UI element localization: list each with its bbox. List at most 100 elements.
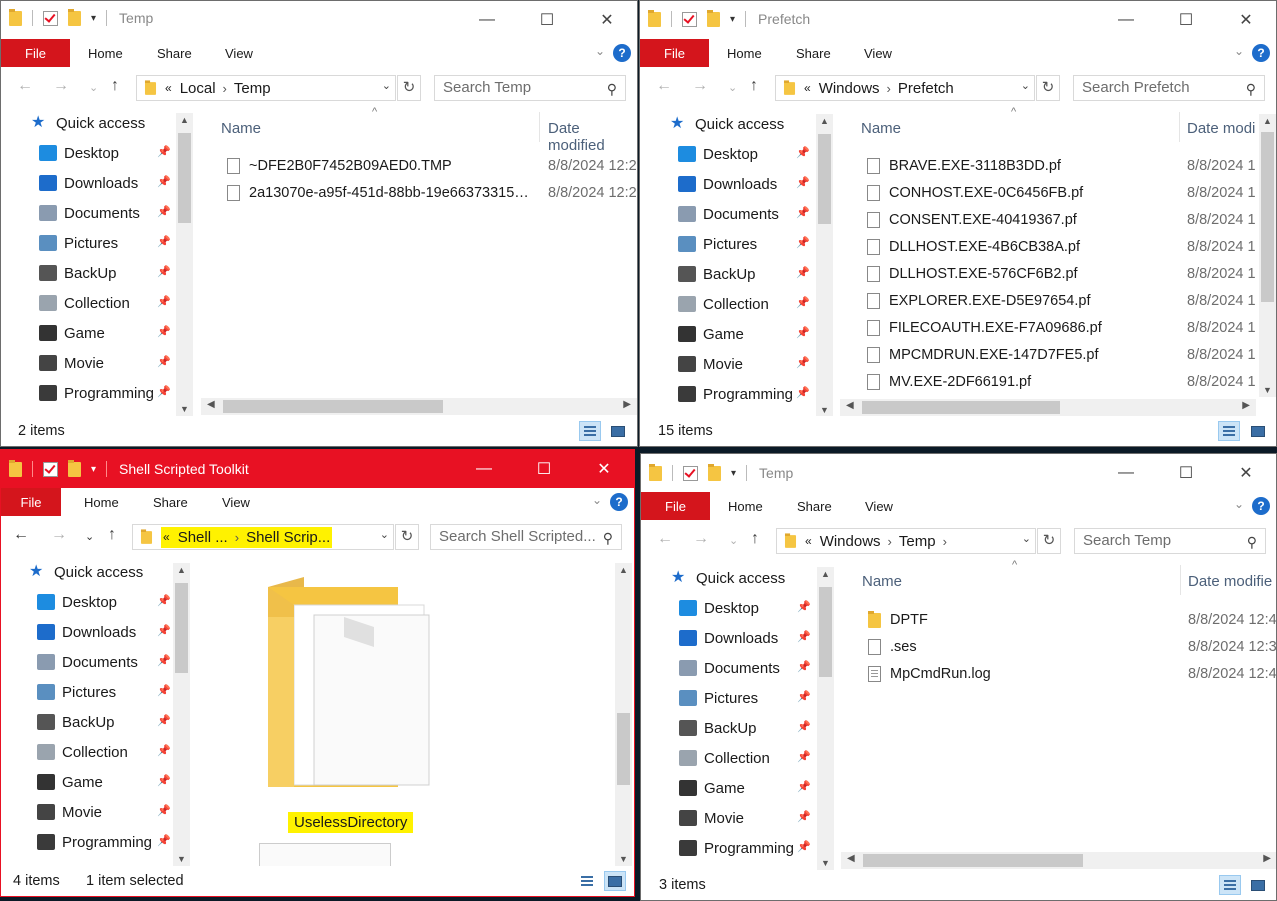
nav-item-backup[interactable]: BackUp <box>679 714 757 742</box>
pin-icon[interactable]: 📌 <box>796 356 810 369</box>
pin-icon[interactable]: 📌 <box>157 834 171 847</box>
file-tab[interactable]: File <box>1 488 61 516</box>
scrollbar-thumb[interactable] <box>863 854 1083 867</box>
pin-icon[interactable]: 📌 <box>797 720 811 733</box>
search-input[interactable]: Search Temp ⚲ <box>434 75 626 101</box>
scroll-down-icon[interactable]: ▼ <box>173 854 190 864</box>
nav-item-backup[interactable]: BackUp <box>37 708 115 736</box>
pin-icon[interactable]: 📌 <box>797 630 811 643</box>
expand-ribbon-chevron-icon[interactable]: ⌄ <box>1234 497 1244 511</box>
nav-pane-scrollbar[interactable]: ▲ ▼ <box>173 563 190 866</box>
details-view-button[interactable] <box>1219 875 1241 895</box>
up-arrow-icon[interactable]: ↑ <box>111 77 119 95</box>
nav-pane-scrollbar[interactable]: ▲ ▼ <box>817 567 834 870</box>
horizontal-scrollbar[interactable]: ◀ ▶ <box>841 852 1276 869</box>
pin-icon[interactable]: 📌 <box>796 146 810 159</box>
maximize-button[interactable]: ☐ <box>1156 454 1216 492</box>
new-folder-icon[interactable] <box>68 8 81 26</box>
address-dropdown-icon[interactable]: ⌄ <box>1021 79 1030 92</box>
pin-icon[interactable]: 📌 <box>797 600 811 613</box>
home-tab[interactable]: Home <box>84 495 119 510</box>
scroll-up-icon[interactable]: ▲ <box>1259 116 1276 126</box>
customize-toolbar-chevron-icon[interactable]: ▾ <box>91 13 96 24</box>
pin-icon[interactable]: 📌 <box>797 780 811 793</box>
new-folder-icon[interactable] <box>68 459 81 477</box>
scroll-left-icon[interactable]: ◀ <box>847 853 855 864</box>
breadcrumb-item[interactable]: Windows <box>819 80 880 97</box>
scroll-up-icon[interactable]: ▲ <box>817 569 834 579</box>
pin-icon[interactable]: 📌 <box>157 654 171 667</box>
address-dropdown-icon[interactable]: ⌄ <box>380 528 389 541</box>
minimize-button[interactable]: — <box>1096 1 1156 39</box>
horizontal-scrollbar[interactable]: ◀ ▶ <box>201 398 637 415</box>
file-row[interactable]: BRAVE.EXE-3118B3DD.pf <box>867 153 1061 179</box>
help-icon[interactable]: ? <box>1252 497 1270 515</box>
customize-toolbar-chevron-icon[interactable]: ▾ <box>730 14 735 25</box>
title-bar[interactable]: ▾ Temp — ☐ ✕ <box>1 1 637 39</box>
pin-icon[interactable]: 📌 <box>157 804 171 817</box>
column-divider[interactable] <box>1179 112 1180 142</box>
title-bar[interactable]: ▾ Prefetch — ☐ ✕ <box>640 1 1276 39</box>
share-tab[interactable]: Share <box>797 499 832 514</box>
pin-icon[interactable]: 📌 <box>796 236 810 249</box>
nav-pane-scrollbar[interactable]: ▲ ▼ <box>176 113 193 416</box>
close-button[interactable]: ✕ <box>1216 454 1276 492</box>
address-dropdown-icon[interactable]: ⌄ <box>1022 532 1031 545</box>
nav-item-quick-access[interactable]: ★ Quick access <box>29 558 143 586</box>
properties-icon[interactable] <box>682 11 697 27</box>
forward-arrow-icon[interactable]: → <box>51 526 67 544</box>
pin-icon[interactable]: 📌 <box>157 714 171 727</box>
breadcrumb-item[interactable]: Windows <box>820 533 881 550</box>
help-icon[interactable]: ? <box>613 44 631 62</box>
details-view-button[interactable] <box>1218 421 1240 441</box>
home-tab[interactable]: Home <box>728 499 763 514</box>
scroll-down-icon[interactable]: ▼ <box>615 854 632 864</box>
file-tab[interactable]: File <box>1 39 70 67</box>
help-icon[interactable]: ? <box>1252 44 1270 62</box>
file-row[interactable]: 2a13070e-a95f-451d-88bb-19e66373315… <box>227 180 529 206</box>
scrollbar-thumb[interactable] <box>223 400 443 413</box>
close-button[interactable]: ✕ <box>577 1 637 39</box>
folder-row[interactable]: DPTF <box>868 607 928 633</box>
address-bar[interactable]: « Windows › Temp › ⌄ <box>776 528 1036 554</box>
column-header-date-modified[interactable]: Date modi <box>1187 120 1255 137</box>
nav-item-pictures[interactable]: Pictures <box>37 678 116 706</box>
scroll-up-icon[interactable]: ▲ <box>816 116 833 126</box>
title-bar[interactable]: ▾ Shell Scripted Toolkit — ☐ ✕ <box>1 450 634 488</box>
share-tab[interactable]: Share <box>796 46 831 61</box>
nav-item-documents[interactable]: Documents <box>679 654 780 682</box>
pin-icon[interactable]: 📌 <box>157 175 171 188</box>
scroll-down-icon[interactable]: ▼ <box>1259 385 1276 395</box>
pin-icon[interactable]: 📌 <box>157 355 171 368</box>
column-header-date-modified[interactable]: Date modified <box>548 120 637 154</box>
nav-item-game[interactable]: Game <box>679 774 745 802</box>
scrollbar-thumb[interactable] <box>178 133 191 223</box>
title-bar[interactable]: ▾ Temp — ☐ ✕ <box>641 454 1276 492</box>
scrollbar-thumb[interactable] <box>175 583 188 673</box>
nav-item-movie[interactable]: Movie <box>37 798 102 826</box>
pin-icon[interactable]: 📌 <box>796 206 810 219</box>
column-header-name[interactable]: Name <box>861 120 901 137</box>
explorer-window-prefetch[interactable]: ▾ Prefetch — ☐ ✕ File Home Share View ⌄ … <box>639 0 1277 447</box>
scroll-left-icon[interactable]: ◀ <box>846 400 854 411</box>
pin-icon[interactable]: 📌 <box>157 235 171 248</box>
back-arrow-icon[interactable]: ← <box>657 530 673 548</box>
nav-item-quick-access[interactable]: ★ Quick access <box>670 110 784 138</box>
view-tab[interactable]: View <box>865 499 893 514</box>
properties-icon[interactable] <box>683 465 698 481</box>
nav-item-programming[interactable]: Programming <box>37 828 152 856</box>
properties-icon[interactable] <box>43 461 58 477</box>
column-divider[interactable] <box>1180 565 1181 595</box>
customize-toolbar-chevron-icon[interactable]: ▾ <box>91 464 96 475</box>
forward-arrow-icon[interactable]: → <box>692 77 708 95</box>
expand-ribbon-chevron-icon[interactable]: ⌄ <box>1234 44 1244 58</box>
file-row[interactable]: ~DFE2B0F7452B09AED0.TMP <box>227 153 452 179</box>
view-tab[interactable]: View <box>225 46 253 61</box>
file-row[interactable]: CONHOST.EXE-0C6456FB.pf <box>867 180 1083 206</box>
close-button[interactable]: ✕ <box>574 450 634 488</box>
breadcrumb-item[interactable]: Shell Scrip... <box>246 529 330 546</box>
pin-icon[interactable]: 📌 <box>157 205 171 218</box>
pin-icon[interactable]: 📌 <box>157 684 171 697</box>
address-bar[interactable]: « Windows › Prefetch ⌄ <box>775 75 1035 101</box>
file-row[interactable]: MPCMDRUN.EXE-147D7FE5.pf <box>867 342 1099 368</box>
